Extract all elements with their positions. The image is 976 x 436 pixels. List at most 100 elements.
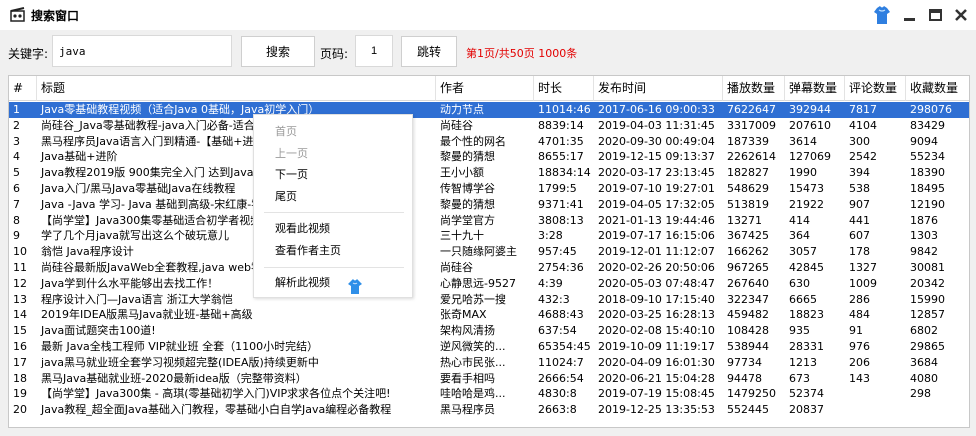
col-comment-count xyxy=(845,402,906,418)
col-index: 3 xyxy=(13,134,20,148)
col-danmaku-count: 6665 xyxy=(789,292,817,306)
search-button[interactable]: 搜索 xyxy=(241,36,315,67)
search-input[interactable] xyxy=(52,35,232,67)
table-row[interactable]: 2 尚硅谷_Java零基础教程-java入门必备-适合初学者的全套完整版教程...… xyxy=(9,118,969,134)
col-play-count: 322347 xyxy=(727,292,769,306)
minimize-icon[interactable] xyxy=(900,5,920,25)
col-comment-count: 300 xyxy=(849,134,870,148)
col-title: 黑马Java基础就业班-2020最新idea版（完整带资料） xyxy=(41,371,307,385)
col-play-count: 548629 xyxy=(727,182,769,195)
header-col-duration[interactable]: 时长 xyxy=(534,76,594,101)
col-duration: 8655:17 xyxy=(538,150,584,164)
col-publish-time: 2020-09-30 00:49:04 xyxy=(598,134,715,148)
maximize-icon[interactable] xyxy=(926,5,946,25)
skin-shirt-icon[interactable] xyxy=(872,4,892,26)
table-row[interactable]: 17 java黑马就业班全套学习视频超完整(IDEA版)持续更新中 热心市民张...… xyxy=(9,355,969,371)
col-index: 2 xyxy=(13,118,20,132)
table-row[interactable]: 9 学了几个月java就写出这么个破玩意儿 三十九十 3:28 2019-07-17 1… xyxy=(9,228,969,244)
col-author: 要看手相吗 xyxy=(440,371,495,385)
col-duration: 3:28 xyxy=(538,229,563,243)
col-title: 2019年IDEA版黑马Java就业班-基础+高级 xyxy=(41,308,253,322)
col-danmaku-count: 414 xyxy=(789,213,810,227)
menu-item-prev-page[interactable]: 上一页 xyxy=(254,144,412,164)
menu-item-next-page[interactable]: 下一页 xyxy=(254,165,412,185)
col-favorite-count: 4080 xyxy=(910,371,938,385)
col-danmaku-count: 18823 xyxy=(789,308,824,322)
col-comment-count: 484 xyxy=(849,308,870,322)
table-row[interactable]: 12 Java学到什么水平能够出去找工作！ 心静思远-9527 4:39 2020-05… xyxy=(9,276,969,292)
col-title: 最新 Java全栈工程师 VIP就业班 全套（1100小时完结） xyxy=(41,340,319,353)
col-favorite-count: 1876 xyxy=(910,213,938,227)
table-row[interactable]: 16 最新 Java全栈工程师 VIP就业班 全套（1100小时完结） 逆风微笑的.… xyxy=(9,339,969,355)
col-index: 20 xyxy=(13,403,27,417)
menu-item-author-home[interactable]: 查看作者主页 xyxy=(254,241,412,261)
table-row[interactable]: 13 程序设计入门—Java语言 浙江大学翁恺 爱兄哈苏一搜 432:3 2018-09… xyxy=(9,292,969,308)
table-row[interactable]: 8 【尚学堂】Java300集零基础适合初学者视频教程 尚学堂官方 3808:13 20… xyxy=(9,213,969,229)
col-comment-count: 91 xyxy=(849,324,863,338)
page-status: 第1页/共50页 1000条 xyxy=(466,47,578,60)
col-duration: 4688:43 xyxy=(538,308,584,322)
col-publish-time: 2019-12-01 11:12:07 xyxy=(598,245,715,259)
table-row[interactable]: 11 尚硅谷最新版JavaWeb全套教程,java web零基础入门完整版 尚硅谷 2… xyxy=(9,260,969,276)
table-row[interactable]: 20 Java教程_超全面Java基础入门教程，零基础小白自学Java编程必备教程… xyxy=(9,402,969,418)
col-comment-count: 206 xyxy=(849,355,870,369)
col-duration: 11024:7 xyxy=(538,355,584,369)
col-author: 王小小额 xyxy=(440,166,484,180)
header-col-index[interactable]: # xyxy=(9,76,37,101)
header-col-favorite-count[interactable]: 收藏数量 xyxy=(906,76,969,101)
header-col-play-count[interactable]: 播放数量 xyxy=(723,76,785,101)
col-play-count: 108428 xyxy=(727,324,769,338)
col-favorite-count: 298076 xyxy=(910,103,952,116)
keyword-label: 关键字: xyxy=(8,47,49,61)
col-danmaku-count: 935 xyxy=(789,324,810,338)
col-play-count: 459482 xyxy=(727,308,769,322)
table-row[interactable]: 3 黑马程序员Java语言入门到精通-【基础+进阶完整版 IDEA版） 最个性的网名… xyxy=(9,134,969,150)
table-row[interactable]: 7 Java -Java 学习- Java 基础到高级-宋红康-零基础自学Java… xyxy=(9,197,969,213)
col-index: 5 xyxy=(13,166,20,180)
col-author: 黑马程序员 xyxy=(440,403,495,417)
col-play-count: 3317009 xyxy=(727,118,776,132)
col-duration: 8839:14 xyxy=(538,118,584,132)
header-col-danmaku-count[interactable]: 弹幕数量 xyxy=(785,76,845,101)
col-index: 18 xyxy=(13,371,27,385)
menu-item-parse-video[interactable]: 解析此视频 xyxy=(254,273,412,293)
table-row[interactable]: 4 Java基础+进阶 黎曼的猜想 8655:17 2019-12-15 09:13:3… xyxy=(9,149,969,165)
col-publish-time: 2019-10-09 11:19:17 xyxy=(598,340,715,353)
col-comment-count: 143 xyxy=(849,371,870,385)
page-number-input[interactable] xyxy=(355,35,393,67)
menu-item-last-page[interactable]: 尾页 xyxy=(254,187,412,207)
col-favorite-count: 55234 xyxy=(910,150,945,164)
menu-item-first-page[interactable]: 首页 xyxy=(254,122,412,142)
table-row[interactable]: 15 Java面试题突击100道! 架构风清扬 637:54 2020-02-08 15… xyxy=(9,323,969,339)
table-row[interactable]: 5 Java教程2019版 900集完全入门 达到Java工程师水平 王小小额 188… xyxy=(9,165,969,181)
col-publish-time: 2021-01-13 19:44:46 xyxy=(598,213,715,227)
table-row[interactable]: 18 黑马Java基础就业班-2020最新idea版（完整带资料） 要看手相吗 266… xyxy=(9,371,969,387)
col-publish-time: 2020-06-21 15:04:28 xyxy=(598,371,715,385)
title-bar: 搜索窗口 xyxy=(0,0,976,30)
col-comment-count: 2542 xyxy=(849,150,877,164)
close-icon[interactable] xyxy=(951,5,971,25)
col-play-count: 13271 xyxy=(727,213,762,227)
col-author: 哇哈哈是鸡... xyxy=(440,387,506,401)
col-danmaku-count: 21922 xyxy=(789,197,824,211)
col-play-count: 552445 xyxy=(727,403,769,417)
header-col-publish-time[interactable]: 发布时间 xyxy=(594,76,723,101)
col-publish-time: 2020-02-26 20:50:06 xyxy=(598,261,715,274)
menu-item-watch-video[interactable]: 观看此视频 xyxy=(254,219,412,239)
jump-button[interactable]: 跳转 xyxy=(401,36,457,67)
table-row[interactable]: 1 Java零基础教程视频（适合Java 0基础，Java初学入门） 动力节点 110… xyxy=(9,102,969,118)
col-title: 【尚学堂】Java300集 - 高琪(零基础初学入门)VIP求求各位点个关注吧! xyxy=(41,387,391,401)
col-comment-count: 441 xyxy=(849,213,870,227)
results-table[interactable]: # 标题 作者 时长 发布时间 播放数量 弹幕数量 评论数量 收藏数量 1 Java零基础教程视频… xyxy=(8,75,970,428)
col-duration: 3808:13 xyxy=(538,213,584,227)
table-row[interactable]: 14 2019年IDEA版黑马Java就业班-基础+高级 张奇MAX 4688:43 2… xyxy=(9,307,969,323)
header-col-comment-count[interactable]: 评论数量 xyxy=(845,76,906,101)
header-col-title[interactable]: 标题 xyxy=(37,76,436,101)
col-favorite-count: 3684 xyxy=(910,355,938,369)
header-col-author[interactable]: 作者 xyxy=(436,76,534,101)
table-row[interactable]: 6 Java入门/黑马Java零基础Java在线教程 传智博学谷 1799:5 2019… xyxy=(9,181,969,197)
col-publish-time: 2019-04-05 17:32:05 xyxy=(598,197,715,211)
table-row[interactable]: 10 翁恺 Java程序设计 一只随缘阿婆主 957:45 2019-12-01 11:… xyxy=(9,244,969,260)
table-row[interactable]: 19 【尚学堂】Java300集 - 高琪(零基础初学入门)VIP求求各位点个关注… xyxy=(9,386,969,402)
col-author: 张奇MAX xyxy=(440,308,487,322)
